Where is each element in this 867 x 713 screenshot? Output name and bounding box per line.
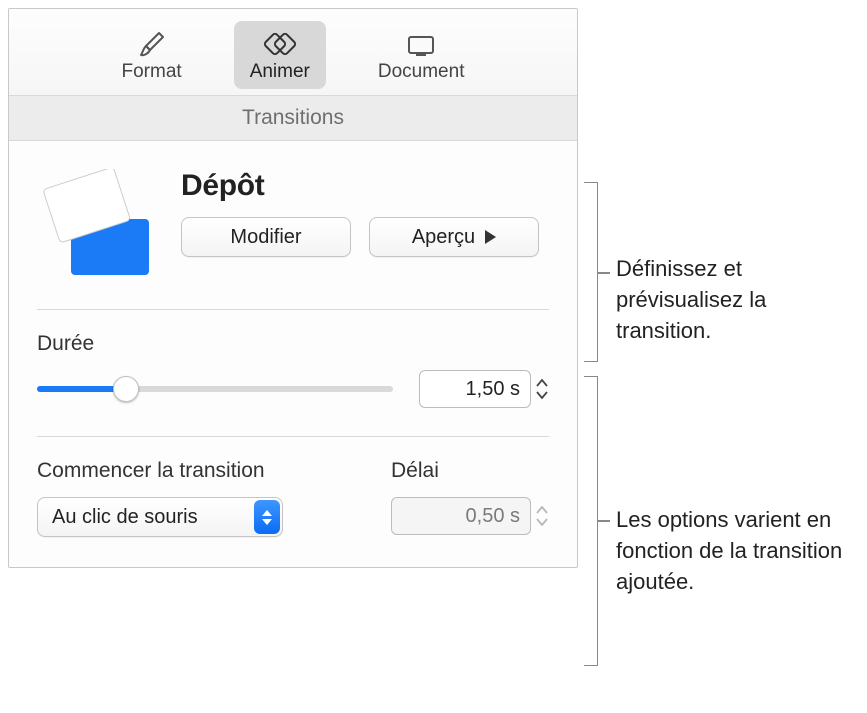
modify-button[interactable]: Modifier bbox=[181, 217, 351, 257]
slider-knob[interactable] bbox=[113, 376, 139, 402]
section-header-transitions: Transitions bbox=[9, 96, 577, 141]
bracket-top bbox=[584, 182, 598, 362]
paintbrush-icon bbox=[135, 29, 169, 59]
preview-button-label: Aperçu bbox=[412, 226, 475, 249]
start-transition-value: Au clic de souris bbox=[52, 506, 198, 529]
tab-animate-label: Animer bbox=[250, 61, 310, 83]
inspector-panel: Format Animer Document Transitions bbox=[8, 8, 578, 568]
delay-label: Délai bbox=[391, 459, 549, 483]
transition-info: Dépôt Modifier Aperçu bbox=[181, 169, 549, 257]
preview-button[interactable]: Aperçu bbox=[369, 217, 539, 257]
transition-name: Dépôt bbox=[181, 169, 549, 203]
bracket-bottom bbox=[584, 376, 598, 666]
bracket-top-leader bbox=[598, 272, 610, 274]
start-transition-dropdown[interactable]: Au clic de souris bbox=[37, 497, 283, 537]
delay-field[interactable]: 0,50 s bbox=[391, 497, 531, 535]
start-transition-section: Commencer la transition Au clic de souri… bbox=[37, 459, 361, 537]
delay-value: 0,50 s bbox=[466, 505, 520, 528]
down-icon bbox=[535, 390, 549, 400]
up-icon bbox=[535, 378, 549, 388]
start-delay-row: Commencer la transition Au clic de souri… bbox=[37, 437, 549, 537]
animate-icon bbox=[263, 29, 297, 59]
duration-value: 1,50 s bbox=[466, 378, 520, 401]
down-icon bbox=[535, 517, 549, 527]
up-icon bbox=[535, 505, 549, 515]
duration-section: Durée 1,50 s bbox=[37, 310, 549, 408]
duration-controls: 1,50 s bbox=[37, 370, 549, 408]
transition-button-row: Modifier Aperçu bbox=[181, 217, 549, 257]
delay-stepper bbox=[535, 505, 549, 527]
tab-format-label: Format bbox=[122, 61, 182, 83]
bracket-bottom-leader bbox=[598, 520, 610, 522]
duration-field[interactable]: 1,50 s bbox=[419, 370, 531, 408]
tab-document[interactable]: Document bbox=[362, 21, 481, 89]
inspector-content: Dépôt Modifier Aperçu Durée bbox=[9, 141, 577, 567]
tab-animate[interactable]: Animer bbox=[234, 21, 326, 89]
duration-slider[interactable] bbox=[37, 377, 393, 401]
transition-header-row: Dépôt Modifier Aperçu bbox=[37, 169, 549, 281]
delay-stepper-wrap: 0,50 s bbox=[391, 497, 549, 535]
transition-thumbnail bbox=[37, 169, 157, 281]
tab-document-label: Document bbox=[378, 61, 465, 83]
delay-section: Délai 0,50 s bbox=[391, 459, 549, 537]
top-tab-bar: Format Animer Document bbox=[9, 9, 577, 96]
tab-format[interactable]: Format bbox=[106, 21, 198, 89]
callout-top: Définissez et prévisualisez la transitio… bbox=[616, 254, 856, 346]
duration-stepper[interactable] bbox=[535, 378, 549, 400]
modify-button-label: Modifier bbox=[230, 226, 301, 249]
start-transition-label: Commencer la transition bbox=[37, 459, 361, 483]
duration-stepper-wrap: 1,50 s bbox=[419, 370, 549, 408]
duration-label: Durée bbox=[37, 332, 549, 356]
callout-bottom: Les options varient en fonction de la tr… bbox=[616, 505, 866, 597]
dropdown-caps-icon bbox=[254, 500, 280, 534]
document-icon bbox=[404, 29, 438, 59]
play-icon bbox=[485, 230, 496, 244]
